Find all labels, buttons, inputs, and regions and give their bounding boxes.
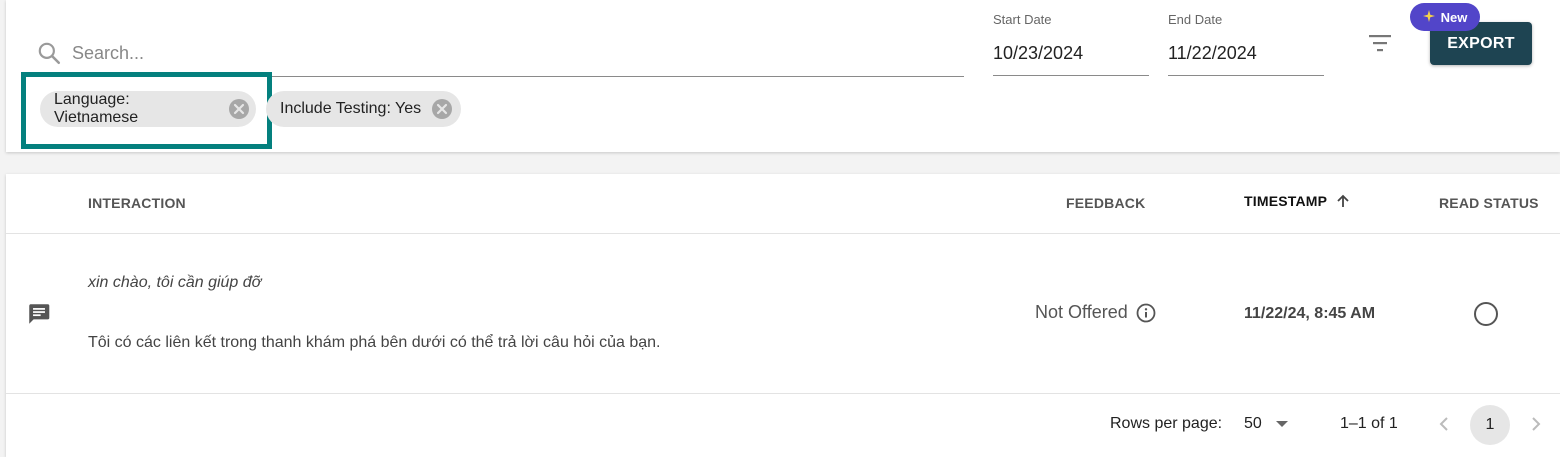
sparkle-icon bbox=[1422, 9, 1435, 25]
previous-page-icon[interactable] bbox=[1436, 414, 1452, 439]
column-header-timestamp-label: TIMESTAMP bbox=[1244, 193, 1328, 209]
chip-include-testing-label: Include Testing: Yes bbox=[280, 100, 422, 117]
search-input[interactable] bbox=[72, 38, 962, 68]
rows-per-page-select[interactable]: 50 bbox=[1244, 410, 1288, 438]
table-row[interactable]: xin chào, tôi cần giúp đỡ Tôi có các liê… bbox=[6, 234, 1560, 392]
next-page-icon[interactable] bbox=[1528, 414, 1544, 439]
feedback-cell: Not Offered bbox=[1035, 302, 1156, 323]
dropdown-arrow-icon bbox=[1275, 420, 1288, 428]
end-date-field[interactable]: End Date 11/22/2024 bbox=[1168, 12, 1324, 78]
page-1-button[interactable]: 1 bbox=[1470, 405, 1510, 445]
new-badge-label: New bbox=[1440, 9, 1468, 25]
row-divider bbox=[6, 393, 1560, 394]
chip-language-label: Language: Vietnamese bbox=[54, 91, 139, 126]
end-date-label: End Date bbox=[1168, 12, 1223, 27]
chip-language[interactable]: Language: Vietnamese bbox=[40, 91, 256, 127]
feedback-value: Not Offered bbox=[1035, 302, 1128, 322]
sort-arrow-up-icon[interactable] bbox=[1335, 193, 1351, 209]
info-icon[interactable] bbox=[1136, 303, 1156, 323]
interactions-table: INTERACTION FEEDBACK TIMESTAMP READ STAT… bbox=[6, 174, 1560, 457]
filter-panel: Start Date 10/23/2024 End Date 11/22/202… bbox=[6, 0, 1560, 152]
timestamp-value: 11/22/24, 8:45 AM bbox=[1244, 305, 1376, 322]
column-header-read-status: READ STATUS bbox=[1439, 195, 1539, 211]
new-badge: New bbox=[1410, 3, 1480, 31]
start-date-label: Start Date bbox=[993, 12, 1052, 27]
column-header-timestamp[interactable]: TIMESTAMP bbox=[1244, 193, 1351, 209]
end-date-value[interactable]: 11/22/2024 bbox=[1168, 43, 1257, 64]
end-date-underline bbox=[1168, 75, 1324, 76]
column-header-interaction: INTERACTION bbox=[88, 195, 186, 211]
chat-icon bbox=[26, 301, 52, 332]
filter-icon[interactable] bbox=[1367, 32, 1393, 54]
search-icon bbox=[36, 40, 62, 66]
interaction-question: xin chào, tôi cần giúp đỡ bbox=[88, 274, 262, 291]
column-header-feedback: FEEDBACK bbox=[1066, 195, 1146, 211]
unread-radio-icon[interactable] bbox=[1473, 301, 1499, 332]
start-date-field[interactable]: Start Date 10/23/2024 bbox=[993, 12, 1149, 78]
interaction-answer: Tôi có các liên kết trong thanh khám phá… bbox=[88, 334, 661, 351]
rows-per-page-value: 50 bbox=[1244, 415, 1262, 432]
pagination-range: 1–1 of 1 bbox=[1340, 415, 1398, 432]
start-date-value[interactable]: 10/23/2024 bbox=[993, 43, 1083, 64]
rows-per-page-label: Rows per page: bbox=[1110, 415, 1223, 432]
remove-chip-include-testing-icon[interactable] bbox=[431, 98, 453, 120]
chip-include-testing[interactable]: Include Testing: Yes bbox=[266, 91, 461, 127]
start-date-underline bbox=[993, 75, 1149, 76]
remove-chip-language-icon[interactable] bbox=[228, 98, 250, 120]
